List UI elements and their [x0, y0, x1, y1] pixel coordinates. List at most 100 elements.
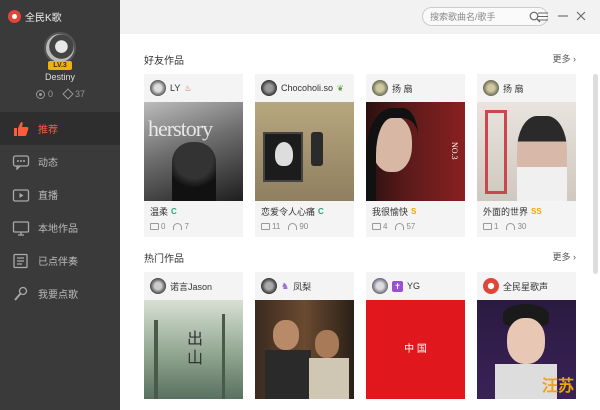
card-counts: 0 7 [150, 222, 237, 231]
friend-work-card[interactable]: LY ♨ herstory 温柔 C 0 7 [144, 74, 243, 237]
song-title[interactable]: 我很愉快 S [372, 205, 459, 218]
comment-count: 1 [483, 222, 498, 231]
menu-icon[interactable] [536, 9, 550, 23]
card-username[interactable]: 凤梨 [293, 280, 311, 293]
cover-title-text: 汪苏 [541, 378, 574, 395]
song-name: 我很愉快 [372, 207, 409, 217]
sidebar: 全民K歌 LV.3 Destiny 0 37 推荐 动态 直播 本地作品 已点伴… [0, 0, 120, 410]
sidebar-item-accompaniment[interactable]: 已点伴奏 [0, 244, 120, 277]
user-avatar[interactable] [483, 278, 499, 294]
cover-figure [172, 142, 216, 201]
card-username[interactable]: Chocoholi.so [281, 83, 333, 93]
friends-more-link[interactable]: 更多 › [552, 52, 576, 65]
search-box[interactable] [422, 7, 548, 26]
comment-icon [483, 223, 492, 230]
cover-image[interactable] [477, 102, 576, 201]
user-avatar[interactable] [150, 278, 166, 294]
listen-count-value: 90 [299, 222, 309, 231]
sidebar-item-label: 动态 [38, 158, 58, 169]
cover-title-text: 出山 [184, 330, 201, 368]
user-avatar[interactable] [261, 80, 277, 96]
song-title[interactable]: 外面的世界 SS [483, 205, 570, 218]
list-icon [12, 253, 30, 269]
card-username[interactable]: YG [407, 281, 420, 291]
app-title-text: 全民K歌 [25, 12, 62, 24]
cover-image[interactable]: 中 国 [366, 300, 465, 399]
friend-work-card[interactable]: Chocoholi.so ❦ 恋爱令人心痛 C 11 90 [255, 74, 354, 237]
cover-figure [517, 116, 567, 201]
user-avatar[interactable] [372, 278, 388, 294]
cover-body [309, 358, 349, 399]
hot-work-card[interactable]: 全民星歌声 汪苏 [477, 272, 576, 399]
card-footer: 外面的世界 SS 1 30 [477, 201, 576, 237]
coin-icon [36, 89, 45, 99]
cover-image[interactable] [255, 300, 354, 399]
card-footer: 恋爱令人心痛 C 11 90 [255, 201, 354, 237]
cover-image[interactable]: herstory [144, 102, 243, 201]
song-name: 恋爱令人心痛 [261, 207, 316, 217]
cover-title-text: herstory [148, 116, 213, 141]
cover-title-text: NO.3 [450, 142, 459, 160]
listen-count-value: 57 [406, 222, 416, 231]
listen-count-value: 7 [184, 222, 189, 231]
headphones-icon [288, 223, 298, 230]
cover-body [265, 350, 311, 399]
friends-section-title: 好友作品 [144, 56, 184, 67]
card-counts: 1 30 [483, 222, 570, 231]
comment-count-value: 4 [383, 222, 388, 231]
listen-count: 57 [395, 222, 415, 231]
user-avatar[interactable] [483, 80, 499, 96]
verified-badge-icon: ✝ [392, 280, 403, 292]
search-input[interactable] [430, 11, 520, 22]
sidebar-item-feed[interactable]: 动态 [0, 145, 120, 178]
comment-count: 4 [372, 222, 387, 231]
comment-icon [150, 223, 159, 230]
hot-work-card[interactable]: 诺言Jason 出山 [144, 272, 243, 399]
sidebar-item-live[interactable]: 直播 [0, 178, 120, 211]
thumbs-up-icon [12, 121, 30, 137]
friend-work-card[interactable]: 扬 扇 外面的世界 SS 1 30 [477, 74, 576, 237]
hot-work-card[interactable]: ♞ 凤梨 [255, 272, 354, 399]
cover-hair [366, 108, 418, 201]
scrollbar[interactable] [593, 74, 598, 274]
coins-count: 0 [48, 89, 54, 99]
card-header: ✝ YG [366, 272, 465, 300]
coins-stat: 0 [36, 89, 53, 99]
cover-image[interactable] [255, 102, 354, 201]
comment-icon [261, 223, 270, 230]
flower-icon [63, 90, 72, 99]
avatar[interactable] [44, 32, 76, 64]
cover-image[interactable]: 汪苏 [477, 300, 576, 399]
card-username[interactable]: 扬 扇 [392, 82, 413, 95]
card-username[interactable]: 诺言Jason [170, 280, 212, 293]
close-icon[interactable] [574, 9, 588, 23]
card-username[interactable]: LY [170, 83, 180, 93]
user-avatar[interactable] [261, 278, 277, 294]
minimize-icon[interactable] [556, 9, 570, 23]
hot-work-card[interactable]: ✝ YG 中 国 [366, 272, 465, 399]
cover-image[interactable]: 出山 [144, 300, 243, 399]
cover-image[interactable]: NO.3 [366, 102, 465, 201]
leaf-badge-icon: ❦ [337, 83, 344, 93]
user-avatar[interactable] [150, 80, 166, 96]
monitor-icon [12, 220, 30, 236]
hot-more-link[interactable]: 更多 › [552, 250, 576, 263]
grade-badge: SS [531, 207, 542, 216]
card-username[interactable]: 全民星歌声 [503, 280, 548, 293]
card-header: LY ♨ [144, 74, 243, 102]
song-title[interactable]: 温柔 C [150, 205, 237, 218]
hot-section-title: 热门作品 [144, 254, 184, 265]
app-title: 全民K歌 [8, 8, 62, 24]
sidebar-item-request-song[interactable]: 我要点歌 [0, 277, 120, 310]
sidebar-item-local[interactable]: 本地作品 [0, 211, 120, 244]
user-avatar[interactable] [372, 80, 388, 96]
card-counts: 4 57 [372, 222, 459, 231]
sidebar-item-label: 已点伴奏 [38, 257, 78, 268]
username[interactable]: Destiny [0, 72, 120, 82]
cover-tree [154, 320, 158, 399]
card-username[interactable]: 扬 扇 [503, 82, 524, 95]
song-title[interactable]: 恋爱令人心痛 C [261, 205, 348, 218]
friend-work-card[interactable]: 扬 扇 NO.3 我很愉快 S 4 57 [366, 74, 465, 237]
unicorn-badge-icon: ♞ [281, 280, 290, 291]
sidebar-item-recommend[interactable]: 推荐 [0, 112, 120, 145]
